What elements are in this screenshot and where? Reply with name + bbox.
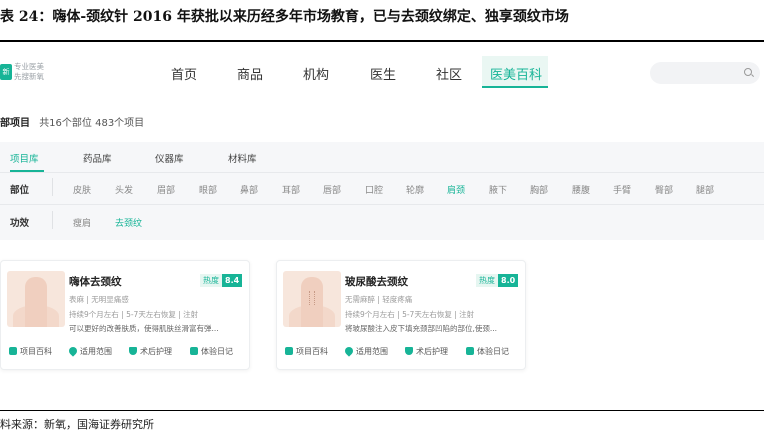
shield-icon [405, 347, 413, 355]
figure-source: 料来源：新氧，国海证券研究所 [0, 418, 154, 431]
encyclopedia-label: 项目百科 [296, 347, 328, 356]
tabs-divider [0, 172, 764, 173]
card-actions: 项目百科 适用范围 术后护理 体验日记 [7, 345, 247, 359]
figure-title: 表 24：嗨体-颈纹针 2016 年获批以来历经多年市场教育，已与去颈纹绑定、独… [0, 9, 569, 25]
logo-tagline: 专业医美 先搜新氧 [14, 62, 44, 82]
part-option-contour[interactable]: 轮廓 [406, 183, 424, 196]
parts-divider [0, 204, 764, 205]
tab-project-library[interactable]: 项目库 [10, 151, 39, 165]
effect-filter-separator [52, 211, 53, 229]
popularity-score: 8.0 [498, 274, 519, 287]
nav-item-doctors[interactable]: 医生 [370, 64, 396, 83]
summary-count: 共16个部位 483个项目 [39, 118, 145, 129]
search-icon[interactable] [744, 68, 752, 76]
scope-link[interactable]: 适用范围 [343, 345, 388, 359]
encyclopedia-link[interactable]: 项目百科 [9, 345, 52, 359]
popularity-label: 热度 [476, 274, 498, 287]
part-option-hip[interactable]: 臀部 [655, 183, 673, 196]
thumbnail-injection-mark [309, 291, 315, 305]
book-icon [9, 347, 17, 355]
project-thumbnail [283, 271, 341, 327]
part-option-hair[interactable]: 头发 [115, 183, 133, 196]
figure-top-rule [0, 40, 764, 42]
location-pin-icon [343, 345, 355, 357]
library-tabs: 项目库 药品库 仪器库 材料库 [0, 142, 764, 172]
part-option-eye[interactable]: 眼部 [199, 183, 217, 196]
nav-item-encyclopedia[interactable]: 医美百科 [490, 64, 542, 83]
aftercare-link[interactable]: 术后护理 [129, 345, 172, 359]
popularity-label: 热度 [200, 274, 222, 287]
project-card[interactable]: 玻尿酸去颈纹 热度 8.0 无需麻醉 | 轻度疼痛 持续9个月左右 | 5-7天左… [276, 260, 526, 370]
diary-icon [466, 347, 474, 355]
diary-label: 体验日记 [201, 347, 233, 356]
nav-item-institutions[interactable]: 机构 [303, 64, 329, 83]
aftercare-label: 术后护理 [416, 347, 448, 356]
part-option-skin[interactable]: 皮肤 [73, 183, 91, 196]
project-card[interactable]: 嗨体去颈纹 热度 8.4 表麻 | 无明显痛感 持续9个月左右 | 5-7天左右恢… [0, 260, 250, 370]
diary-label: 体验日记 [477, 347, 509, 356]
part-option-waist[interactable]: 腰腹 [572, 183, 590, 196]
project-tags: 无需麻醉 | 轻度疼痛 [345, 295, 413, 304]
project-description: 将玻尿酸注入皮下填充颈部凹陷的部位,使颈... [345, 324, 498, 333]
project-title[interactable]: 嗨体去颈纹 [69, 274, 122, 289]
part-option-arm[interactable]: 手臂 [613, 183, 631, 196]
project-description: 可以更好的改善肤质，使得肌肤丝滑富有弹... [69, 324, 219, 333]
diary-link[interactable]: 体验日记 [466, 345, 509, 359]
popularity-score: 8.4 [222, 274, 243, 287]
part-filter-separator [52, 178, 53, 196]
project-thumbnail [7, 271, 65, 327]
location-pin-icon [67, 345, 79, 357]
nav-item-products[interactable]: 商品 [237, 64, 263, 83]
part-option-brow[interactable]: 眉部 [157, 183, 175, 196]
scope-label: 适用范围 [80, 347, 112, 356]
logo-tagline-line2: 先搜新氧 [14, 72, 44, 81]
aftercare-label: 术后护理 [140, 347, 172, 356]
site-logo[interactable]: 新氧 专业医美 先搜新氧 [0, 61, 52, 83]
part-option-chest[interactable]: 胸部 [530, 183, 548, 196]
popularity-badge: 热度 8.0 [476, 274, 519, 287]
shield-icon [129, 347, 137, 355]
part-option-mouth[interactable]: 口腔 [365, 183, 383, 196]
summary-title: 部项目 [0, 118, 30, 129]
nav-item-community[interactable]: 社区 [436, 64, 462, 83]
card-actions: 项目百科 适用范围 术后护理 体验日记 [283, 345, 523, 359]
part-filter-label: 部位 [10, 185, 30, 196]
project-tags: 表麻 | 无明显痛感 [69, 295, 129, 304]
tab-material-library[interactable]: 材料库 [228, 151, 257, 165]
project-summary: 部项目 共16个部位 483个项目 [0, 114, 144, 129]
logo-tagline-line1: 专业医美 [14, 62, 44, 71]
tab-instrument-library[interactable]: 仪器库 [155, 151, 184, 165]
project-title[interactable]: 玻尿酸去颈纹 [345, 274, 408, 289]
part-option-neck-shoulder[interactable]: 肩颈 [447, 183, 465, 196]
part-option-ear[interactable]: 耳部 [282, 183, 300, 196]
effect-option-neck-lines[interactable]: 去颈纹 [115, 216, 142, 229]
scope-link[interactable]: 适用范围 [67, 345, 112, 359]
thumbnail-neck [25, 277, 47, 327]
diary-icon [190, 347, 198, 355]
figure-bottom-rule [0, 410, 764, 411]
popularity-badge: 热度 8.4 [200, 274, 243, 287]
nav-active-underline [482, 86, 548, 88]
tab-drug-library[interactable]: 药品库 [83, 151, 112, 165]
part-option-underarm[interactable]: 腋下 [489, 183, 507, 196]
scope-label: 适用范围 [356, 347, 388, 356]
part-option-nose[interactable]: 鼻部 [240, 183, 258, 196]
part-option-leg[interactable]: 腿部 [696, 183, 714, 196]
project-duration: 持续9个月左右 | 5-7天左右恢复 | 注射 [69, 310, 199, 319]
aftercare-link[interactable]: 术后护理 [405, 345, 448, 359]
effect-option-slim-shoulder[interactable]: 瘦肩 [73, 216, 91, 229]
logo-badge: 新氧 [0, 64, 12, 80]
encyclopedia-label: 项目百科 [20, 347, 52, 356]
search-input[interactable] [650, 62, 760, 84]
diary-link[interactable]: 体验日记 [190, 345, 233, 359]
part-option-lip[interactable]: 唇部 [323, 183, 341, 196]
nav-item-home[interactable]: 首页 [171, 64, 197, 83]
encyclopedia-link[interactable]: 项目百科 [285, 345, 328, 359]
book-icon [285, 347, 293, 355]
project-duration: 持续9个月左右 | 5-7天左右恢复 | 注射 [345, 310, 475, 319]
effect-filter-label: 功效 [10, 218, 30, 229]
